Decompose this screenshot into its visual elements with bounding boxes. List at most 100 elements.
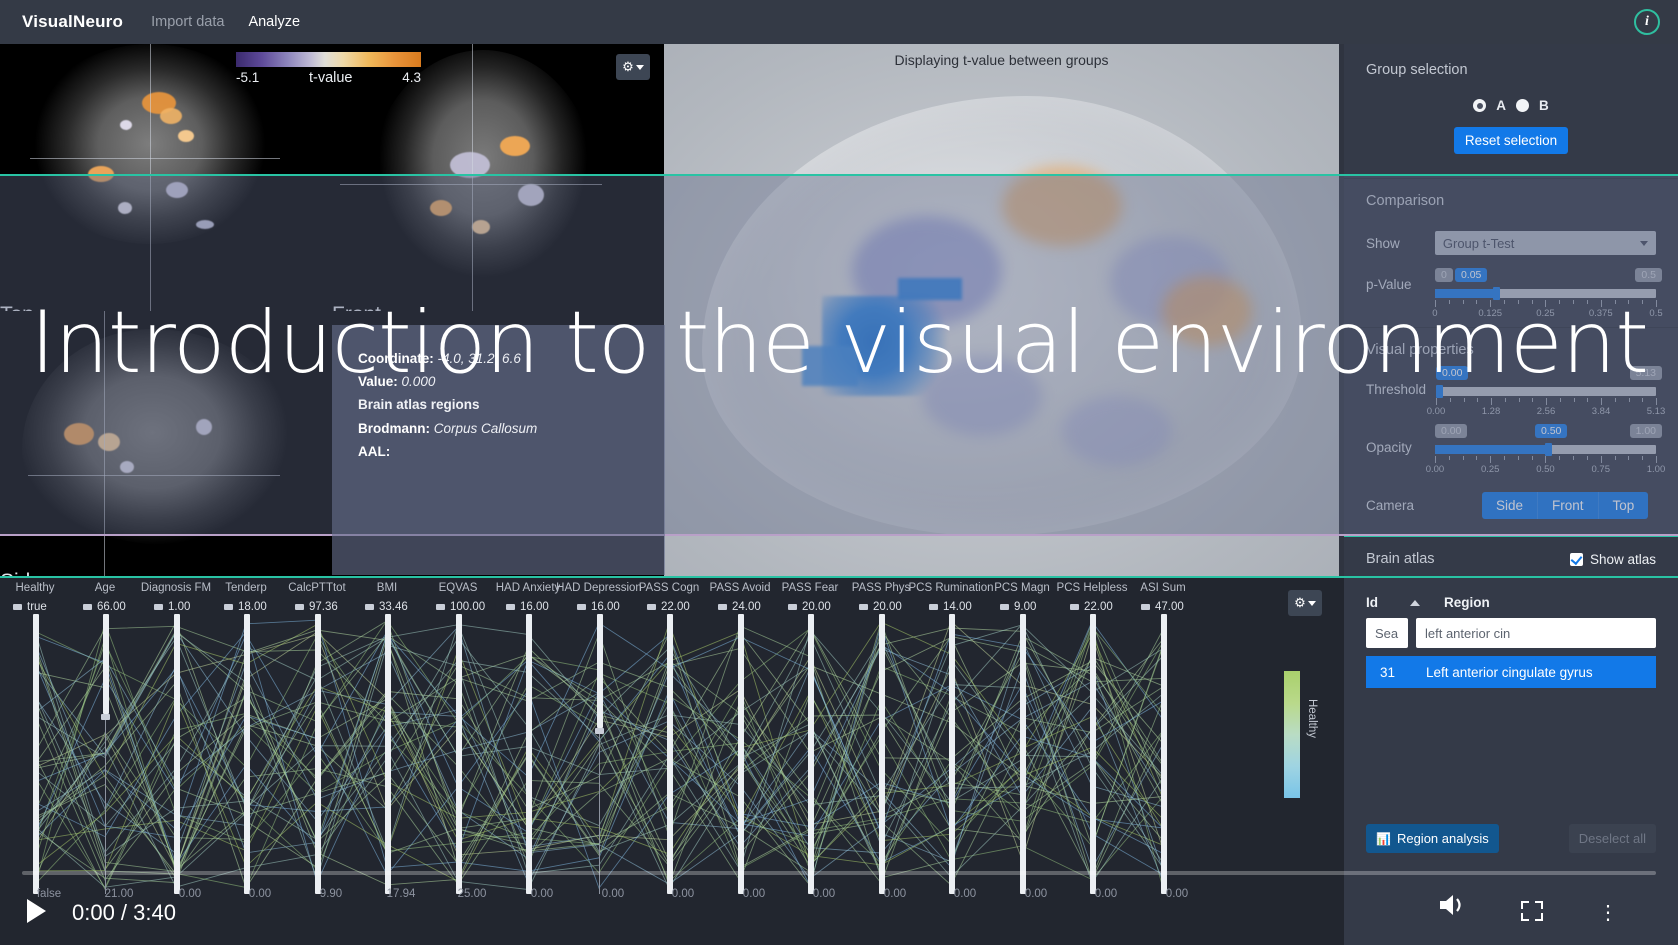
pcp-axis-range-handle[interactable] bbox=[859, 604, 868, 610]
highlight-line-bottom bbox=[0, 534, 1678, 536]
pcp-axis-max-value: 9.00 bbox=[1014, 601, 1037, 613]
radio-group-a-label: A bbox=[1496, 98, 1506, 113]
pcp-color-scale bbox=[1284, 671, 1300, 798]
table-row[interactable]: 31 Left anterior cingulate gyrus bbox=[1366, 656, 1656, 688]
colorbar-min-label: -5.1 bbox=[236, 70, 260, 85]
pcp-axis-max-value: 16.00 bbox=[520, 601, 549, 613]
play-icon[interactable] bbox=[27, 899, 46, 923]
pcp-axis-range-handle[interactable] bbox=[788, 604, 797, 610]
pcp-axis-label: HAD Anxiety bbox=[495, 582, 561, 594]
pcp-axis-label: PCS Rumination bbox=[908, 582, 994, 594]
tooltip-aal-label: AAL: bbox=[358, 443, 391, 459]
reset-selection-button[interactable]: Reset selection bbox=[1453, 127, 1569, 154]
info-icon[interactable]: i bbox=[1634, 9, 1660, 35]
pcp-axis-label: Healthy bbox=[15, 582, 55, 594]
tooltip-atlas-heading: Brain atlas regions bbox=[358, 397, 480, 413]
pcp-axis-label: HAD Depression bbox=[556, 582, 642, 594]
chevron-down-icon bbox=[1307, 600, 1316, 606]
pcp-axis-range-handle[interactable] bbox=[13, 604, 22, 610]
pcp-axis-range-handle[interactable] bbox=[365, 604, 374, 610]
pcp-axis-range-handle[interactable] bbox=[1070, 604, 1079, 610]
pcp-axis-range-handle[interactable] bbox=[1141, 604, 1150, 610]
pcp-axis-slider[interactable] bbox=[596, 614, 603, 728]
pcp-axis-range-handle[interactable] bbox=[101, 714, 110, 720]
gear-glyph: ⚙ bbox=[622, 59, 634, 74]
pcp-axis-label: CalcPTTtot bbox=[288, 582, 346, 594]
pcp-axis-label: BMI bbox=[376, 582, 398, 594]
pcp-axis-label: PCS Helpless bbox=[1056, 582, 1128, 594]
pcp-axis-max-value: 97.36 bbox=[309, 601, 338, 613]
pcp-axis-label: PASS Cogn bbox=[638, 582, 700, 594]
pcp-axis-label: Age bbox=[94, 582, 116, 594]
crosshair-horizontal bbox=[30, 158, 280, 159]
pcp-axis-label: PCS Magn bbox=[994, 582, 1050, 594]
pcp-axis-range-handle[interactable] bbox=[595, 728, 604, 734]
pcp-axis-label: PASS Avoid bbox=[709, 582, 771, 594]
pcp-axis-range-handle[interactable] bbox=[929, 604, 938, 610]
activation-blob bbox=[500, 136, 530, 156]
show-atlas-label: Show atlas bbox=[1589, 551, 1656, 567]
volume-glyph bbox=[1440, 895, 1461, 915]
pcp-axis-range-handle[interactable] bbox=[83, 604, 92, 610]
pcp-axis-slider[interactable] bbox=[102, 614, 109, 714]
navbar-links: Import data Analyze bbox=[151, 14, 300, 30]
radio-group-b[interactable] bbox=[1516, 99, 1529, 112]
volume-icon[interactable] bbox=[1438, 892, 1468, 923]
pcp-axis-range-handle[interactable] bbox=[436, 604, 445, 610]
app-brand[interactable]: VisualNeuro bbox=[22, 12, 123, 32]
pcp-axis-label: PASS Phys bbox=[851, 582, 911, 594]
nav-link-import-data[interactable]: Import data bbox=[151, 14, 224, 30]
tooltip-brodmann-row: Brodmann: Corpus Callosum bbox=[358, 417, 639, 440]
pcp-color-scale-label: Healthy bbox=[1306, 699, 1318, 738]
pcp-settings-gear-icon[interactable]: ⚙ bbox=[1288, 590, 1322, 616]
pcp-axis-range-handle[interactable] bbox=[295, 604, 304, 610]
brain-atlas-title: Brain atlas bbox=[1366, 551, 1435, 567]
atlas-id-search-input[interactable]: Sea bbox=[1366, 618, 1408, 648]
pcp-axis-range-handle[interactable] bbox=[224, 604, 233, 610]
atlas-column-region[interactable]: Region bbox=[1444, 595, 1490, 610]
pcp-axis-max-value: 14.00 bbox=[943, 601, 972, 613]
pcp-axis-max-value: 18.00 bbox=[238, 601, 267, 613]
show-atlas-toggle[interactable]: Show atlas bbox=[1569, 551, 1656, 567]
highlight-line-top bbox=[0, 174, 1678, 176]
video-controls: 0:00 / 3:40 ⋮ bbox=[0, 835, 1678, 945]
pcp-axis-range-handle[interactable] bbox=[154, 604, 163, 610]
pcp-axis-max-value: 20.00 bbox=[802, 601, 831, 613]
atlas-region-search-value: left anterior cin bbox=[1425, 625, 1511, 641]
pcp-axis-range-handle[interactable] bbox=[1000, 604, 1009, 610]
atlas-id-search-placeholder: Sea bbox=[1375, 625, 1399, 641]
chevron-down-icon bbox=[635, 64, 644, 70]
pcp-axis-max-value: 66.00 bbox=[97, 601, 126, 613]
pcp-axis-range-handle[interactable] bbox=[577, 604, 586, 610]
atlas-region-search-input[interactable]: left anterior cin bbox=[1416, 618, 1656, 648]
pcp-axis-max-value: 16.00 bbox=[591, 601, 620, 613]
fullscreen-icon[interactable] bbox=[1521, 901, 1543, 921]
pcp-axis-max-value: 33.46 bbox=[379, 601, 408, 613]
group-selection-panel: Group selection A B Reset selection bbox=[1344, 44, 1678, 178]
pcp-axis-max-value: 22.00 bbox=[1084, 601, 1113, 613]
slice-settings-gear-icon[interactable]: ⚙ bbox=[616, 54, 650, 80]
pcp-axis-max-value: 100.00 bbox=[450, 601, 486, 613]
pcp-axis-range-handle[interactable] bbox=[718, 604, 727, 610]
activation-blob bbox=[160, 108, 182, 124]
activation-blob bbox=[178, 130, 194, 142]
sort-ascending-icon[interactable] bbox=[1410, 599, 1420, 606]
colorbar-gradient bbox=[236, 52, 421, 67]
radio-group-b-label: B bbox=[1539, 98, 1549, 113]
pcp-axis-max-value: 24.00 bbox=[732, 601, 761, 613]
pcp-axis-range-handle[interactable] bbox=[647, 604, 656, 610]
kebab-menu-icon[interactable]: ⋮ bbox=[1598, 903, 1618, 923]
nav-link-analyze[interactable]: Analyze bbox=[248, 14, 300, 30]
tooltip-brodmann-value: Corpus Callosum bbox=[433, 420, 538, 436]
video-progress-bar[interactable] bbox=[22, 871, 1656, 875]
atlas-column-id[interactable]: Id bbox=[1366, 595, 1402, 610]
pcp-axis-label: Tenderp bbox=[225, 582, 267, 594]
pcp-axis-label: EQVAS bbox=[438, 582, 478, 594]
video-time-display: 0:00 / 3:40 bbox=[72, 900, 176, 925]
pcp-axis-max-value: 47.00 bbox=[1155, 601, 1184, 613]
show-atlas-checkbox[interactable] bbox=[1569, 552, 1583, 566]
pcp-axis-max-value: 22.00 bbox=[661, 601, 690, 613]
radio-group-a[interactable] bbox=[1473, 99, 1487, 112]
pcp-axis-range-handle[interactable] bbox=[506, 604, 515, 610]
group-selection-title: Group selection bbox=[1366, 62, 1468, 78]
